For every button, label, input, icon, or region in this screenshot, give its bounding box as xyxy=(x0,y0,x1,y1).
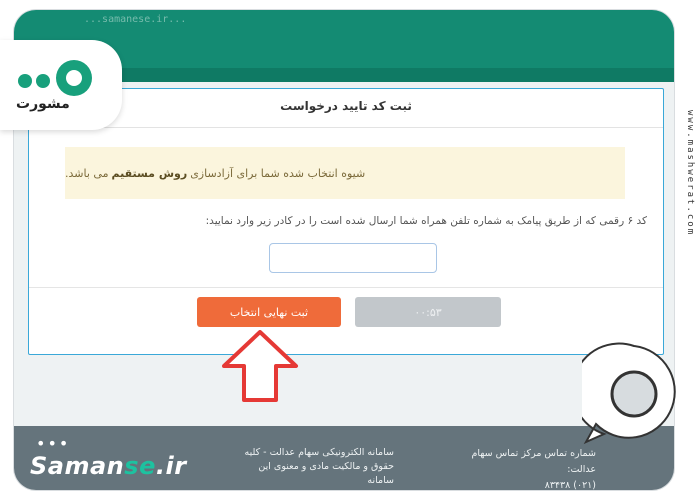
footer-description: سامانه الکترونیکی سهام عدالت - کلیه حقوق… xyxy=(244,447,394,486)
search-magnifier-icon xyxy=(582,342,676,445)
final-submit-button[interactable]: ثبت نهایی انتخاب xyxy=(197,297,341,327)
brand-main: Saman xyxy=(30,452,125,480)
contact-label: شماره تماس مرکز تماس سهام عدالت: xyxy=(471,448,596,475)
resend-timer-button[interactable]: ۰۰:۵۳ xyxy=(355,297,501,327)
arrow-up-icon xyxy=(222,330,298,402)
contact-number: (۰۲۱) ۸۳۴۳۸ xyxy=(544,480,596,490)
actions-divider xyxy=(29,287,663,288)
address-text: ...samanese.ir... xyxy=(84,14,187,25)
footer-brand: Samanse.ir xyxy=(30,452,187,480)
footer-contact: شماره تماس مرکز تماس سهام عدالت: (۰۲۱) ۸… xyxy=(466,446,596,490)
brand-tld: .ir xyxy=(155,452,187,480)
verification-code-input[interactable] xyxy=(269,243,437,273)
card-title: ثبت کد تایید درخواست xyxy=(280,99,412,113)
mashwerat-logo: مشورت xyxy=(0,40,122,130)
method-notice: شیوه انتخاب شده شما برای آزادسازی روش مس… xyxy=(65,147,625,199)
code-instruction: کد ۶ رقمی که از طریق پیامک به شماره تلفن… xyxy=(205,215,647,227)
notice-method: روش مستقیم xyxy=(111,166,188,180)
verification-card: ثبت کد تایید درخواست شیوه انتخاب شده شما… xyxy=(28,88,664,355)
logo-text: مشورت xyxy=(16,96,70,112)
site-footer: ••• Samanse.ir سامانه الکترونیکی سهام عد… xyxy=(14,426,674,490)
notice-prefix: شیوه انتخاب شده شما برای آزادسازی xyxy=(190,166,366,180)
title-divider xyxy=(29,127,663,128)
notice-suffix: می باشد. xyxy=(65,166,109,180)
brand-accent: se xyxy=(124,452,156,480)
watermark-text: www.mashwerat.com xyxy=(685,110,695,237)
menu-dots-icon: ••• xyxy=(36,434,71,453)
